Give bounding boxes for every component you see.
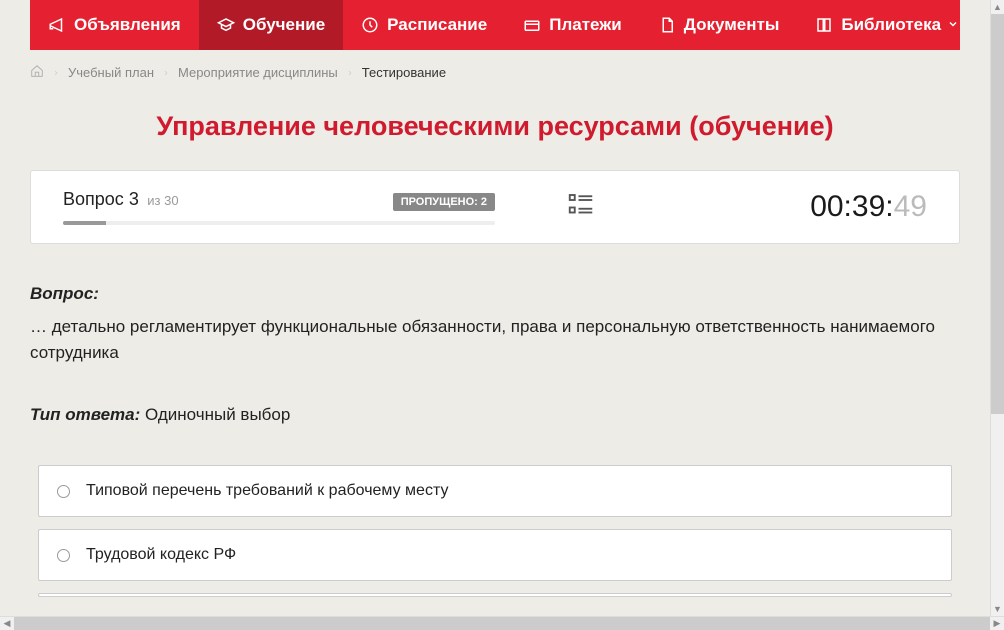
scroll-left-arrow-icon[interactable]: ◀	[0, 617, 14, 630]
scroll-track[interactable]	[991, 14, 1004, 602]
question-heading: Вопрос:	[30, 284, 960, 304]
chevron-right-icon	[52, 65, 60, 80]
question-total: из 30	[147, 193, 178, 208]
answer-type: Тип ответа: Одиночный выбор	[30, 405, 960, 425]
chevron-right-icon	[346, 65, 354, 80]
clock-icon	[361, 16, 379, 34]
timer-seconds: 49	[894, 190, 927, 223]
home-icon[interactable]	[30, 64, 44, 81]
answer-text: Типовой перечень требований к рабочему м…	[86, 482, 448, 500]
timer-main: 00:39:	[810, 190, 893, 223]
scroll-track[interactable]	[14, 617, 990, 630]
document-icon	[658, 16, 676, 34]
breadcrumb-discipline-event[interactable]: Мероприятие дисциплины	[178, 65, 338, 80]
nav-announcements[interactable]: Объявления	[30, 0, 199, 50]
scroll-up-arrow-icon[interactable]: ▲	[991, 0, 1004, 14]
answer-type-value: Одиночный выбор	[145, 405, 290, 424]
scroll-right-arrow-icon[interactable]: ▶	[990, 617, 1004, 630]
chevron-right-icon	[162, 65, 170, 80]
scroll-thumb[interactable]	[991, 14, 1004, 414]
progress-bar	[63, 221, 495, 225]
nav-documents[interactable]: Документы	[640, 0, 798, 50]
progress-fill	[63, 221, 106, 225]
nav-label: Документы	[684, 15, 780, 35]
skipped-badge: ПРОПУЩЕНО: 2	[393, 193, 495, 211]
test-status-panel: Вопрос 3 из 30 ПРОПУЩЕНО: 2 00:39:	[30, 170, 960, 244]
answer-option[interactable]	[38, 593, 952, 597]
nav-label: Платежи	[549, 15, 622, 35]
book-icon	[815, 16, 833, 34]
radio-icon	[57, 485, 70, 498]
nav-schedule[interactable]: Расписание	[343, 0, 505, 50]
nav-label: Обучение	[243, 15, 325, 35]
timer: 00:39:49	[668, 190, 927, 224]
payment-icon	[523, 16, 541, 34]
answer-option[interactable]: Типовой перечень требований к рабочему м…	[38, 465, 952, 517]
main-navigation: Объявления Обучение Расписание	[30, 0, 960, 50]
graduation-cap-icon	[217, 16, 235, 34]
scroll-down-arrow-icon[interactable]: ▼	[991, 602, 1004, 616]
nav-label: Расписание	[387, 15, 487, 35]
scroll-thumb[interactable]	[14, 617, 990, 630]
horizontal-scrollbar[interactable]: ◀ ▶	[0, 616, 1004, 630]
nav-payments[interactable]: Платежи	[505, 0, 640, 50]
nav-label: Объявления	[74, 15, 181, 35]
chevron-down-icon	[947, 15, 959, 35]
breadcrumb: Учебный план Мероприятие дисциплины Тест…	[0, 50, 990, 91]
question-text: … детально регламентирует функциональные…	[30, 314, 960, 365]
radio-icon	[57, 549, 70, 562]
answer-option[interactable]: Трудовой кодекс РФ	[38, 529, 952, 581]
answers-list: Типовой перечень требований к рабочему м…	[30, 465, 960, 597]
page-title: Управление человеческими ресурсами (обуч…	[0, 91, 990, 170]
breadcrumb-curriculum[interactable]: Учебный план	[68, 65, 154, 80]
answer-type-label: Тип ответа:	[30, 405, 140, 424]
megaphone-icon	[48, 16, 66, 34]
nav-library[interactable]: Библиотека	[797, 0, 977, 50]
nav-education[interactable]: Обучение	[199, 0, 343, 50]
question-list-icon[interactable]	[566, 190, 596, 225]
vertical-scrollbar[interactable]: ▲ ▼	[990, 0, 1004, 616]
question-label: Вопрос 3	[63, 189, 139, 209]
answer-text: Трудовой кодекс РФ	[86, 546, 236, 564]
nav-label: Библиотека	[841, 15, 941, 35]
breadcrumb-testing: Тестирование	[362, 65, 446, 80]
